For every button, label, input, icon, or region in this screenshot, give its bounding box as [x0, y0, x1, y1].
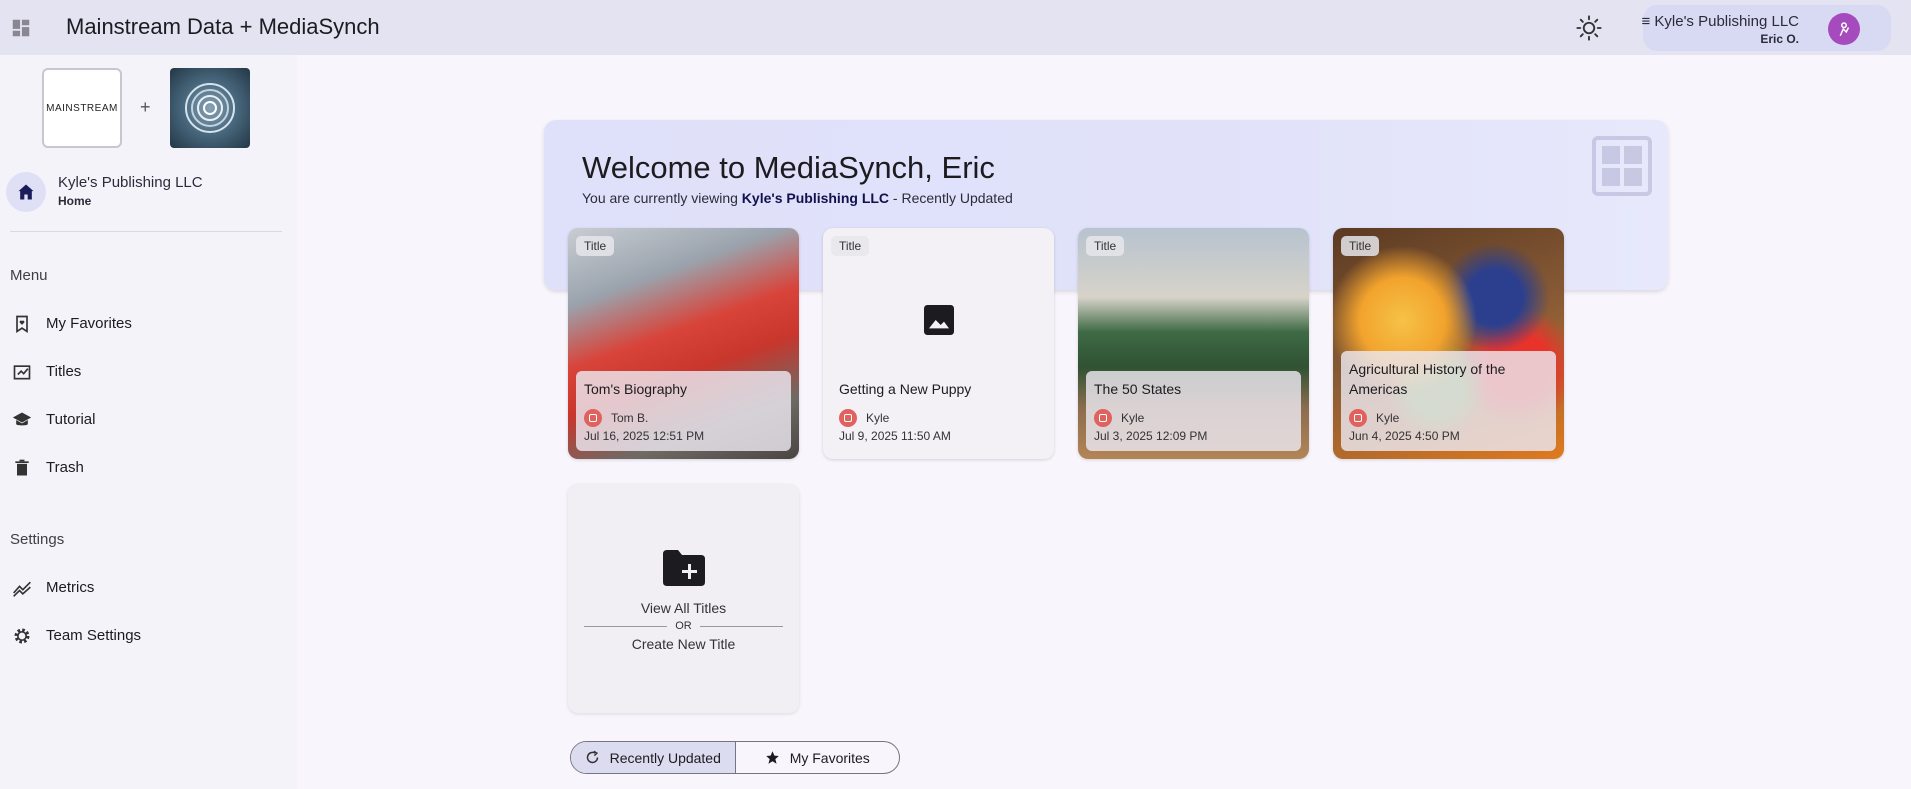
card-title: The 50 States — [1094, 381, 1182, 397]
star-icon — [765, 751, 779, 764]
card-tag: Title — [831, 236, 870, 256]
sidebar-divider — [10, 231, 282, 232]
create-new-title-link[interactable]: Create New Title — [568, 636, 799, 652]
sidebar-item-tutorial[interactable]: Tutorial — [0, 400, 290, 440]
owner-badge-icon — [839, 409, 857, 427]
viewing-suffix: - Recently Updated — [889, 190, 1013, 206]
card-date: Jul 9, 2025 11:50 AM — [839, 429, 951, 443]
card-title: Agricultural History of the Americas — [1349, 361, 1506, 397]
card-date: Jun 4, 2025 4:50 PM — [1349, 429, 1460, 443]
menu-section-label: Menu — [10, 267, 48, 284]
recently-updated-button[interactable]: Recently Updated — [571, 742, 735, 773]
title-card[interactable]: Title Tom's Biography Tom B. Jul 16, 202… — [568, 228, 799, 459]
card-title: Getting a New Puppy — [839, 381, 972, 397]
card-tag: Title — [576, 236, 615, 256]
titles-icon — [13, 365, 31, 380]
sidebar-item-label: My Favorites — [46, 315, 132, 332]
sun-icon[interactable] — [1575, 14, 1603, 42]
sidebar-item-team-settings[interactable]: Team Settings — [0, 616, 290, 656]
gear-icon — [14, 628, 30, 644]
sidebar-item-label: Trash — [46, 459, 84, 476]
recently-updated-label: Recently Updated — [609, 749, 721, 766]
metrics-icon — [13, 581, 31, 597]
sidebar-item-label: Metrics — [46, 579, 95, 596]
sidebar-item-trash[interactable]: Trash — [0, 448, 290, 488]
bookmark-heart-icon — [16, 315, 28, 334]
sidebar-item-label: Titles — [46, 363, 82, 380]
owner-badge-icon — [1349, 409, 1367, 427]
settings-section-label: Settings — [10, 531, 65, 548]
card-info: The 50 States Kyle Jul 3, 2025 12:09 PM — [1086, 371, 1301, 451]
view-toggle: Recently Updated My Favorites — [570, 741, 900, 774]
owner-badge-icon — [1094, 409, 1112, 427]
viewing-prefix: You are currently viewing — [582, 190, 742, 206]
card-info: Getting a New Puppy Kyle Jul 9, 2025 11:… — [831, 371, 1046, 451]
owner-name: Kyle — [1376, 411, 1400, 425]
card-owner: Kyle — [839, 409, 889, 427]
welcome-heading: Welcome to MediaSynch, Eric — [582, 150, 995, 185]
sidebar-item-titles[interactable]: Titles — [0, 352, 290, 392]
card-owner: Kyle — [1349, 409, 1399, 427]
card-info: Agricultural History of the Americas Kyl… — [1341, 351, 1556, 451]
card-title: Tom's Biography — [584, 381, 688, 397]
viewing-text: You are currently viewing Kyle's Publish… — [582, 190, 1013, 206]
home-icon — [18, 184, 34, 200]
my-favorites-label: My Favorites — [789, 749, 870, 766]
my-favorites-button[interactable]: My Favorites — [734, 742, 900, 773]
owner-name: Kyle — [1121, 411, 1145, 425]
sidebar-item-label: Team Settings — [46, 627, 142, 644]
card-owner: Kyle — [1094, 409, 1144, 427]
mediasynch-logo — [170, 68, 250, 148]
dashboard-icon[interactable] — [10, 17, 32, 39]
book-layout-icon — [1592, 136, 1652, 196]
create-folder-icon — [663, 550, 705, 586]
card-info: Tom's Biography Tom B. Jul 16, 2025 12:5… — [576, 371, 791, 451]
home-icon-wrap — [6, 172, 46, 212]
logo-plus: + — [140, 97, 151, 117]
top-app-bar: Mainstream Data + MediaSynch ≡ Kyle's Pu… — [0, 0, 1911, 55]
title-card[interactable]: Title Agricultural History of the Americ… — [1333, 228, 1564, 459]
card-tag: Title — [1086, 236, 1125, 256]
account-org: ≡ Kyle's Publishing LLC — [1641, 13, 1799, 30]
owner-name: Kyle — [866, 411, 890, 425]
home-label: Home — [58, 194, 92, 208]
user-avatar-icon — [1839, 22, 1850, 37]
school-icon — [12, 412, 32, 426]
sidebar-item-metrics[interactable]: Metrics — [0, 568, 290, 608]
owner-badge-icon — [584, 409, 602, 427]
title-card[interactable]: Title Getting a New Puppy Kyle Jul 9, 20… — [823, 228, 1054, 459]
card-owner: Tom B. — [584, 409, 648, 427]
sidebar-item-label: Tutorial — [46, 411, 96, 428]
card-date: Jul 16, 2025 12:51 PM — [584, 429, 705, 443]
account-user: Eric O. — [1760, 32, 1799, 46]
title-card[interactable]: Title The 50 States Kyle Jul 3, 2025 12:… — [1078, 228, 1309, 459]
home-nav-item[interactable]: Kyle's Publishing LLC Home — [6, 172, 286, 216]
trash-icon — [15, 459, 29, 476]
view-or-create-card[interactable]: View All Titles OR Create New Title — [568, 484, 799, 713]
card-date: Jul 3, 2025 12:09 PM — [1094, 429, 1208, 443]
home-org: Kyle's Publishing LLC — [58, 174, 203, 191]
or-label: OR — [675, 620, 692, 632]
image-placeholder-icon — [924, 305, 954, 335]
refresh-icon — [586, 750, 598, 764]
viewing-org: Kyle's Publishing LLC — [741, 190, 890, 206]
or-divider: OR — [584, 620, 783, 632]
sidebar: MAINSTREAM + Kyle's Publishing LLC Home … — [0, 55, 297, 789]
card-tag: Title — [1341, 236, 1380, 256]
view-all-titles-link[interactable]: View All Titles — [568, 600, 799, 616]
account-menu-button[interactable]: ≡ Kyle's Publishing LLC Eric O. — [1641, 5, 1891, 51]
mainstream-logo: MAINSTREAM — [42, 68, 122, 148]
sidebar-item-my-favorites[interactable]: My Favorites — [0, 304, 290, 344]
fingerprint-logo-icon — [185, 83, 235, 133]
app-title: Mainstream Data + MediaSynch — [66, 14, 380, 39]
owner-name: Tom B. — [611, 411, 649, 425]
avatar — [1828, 13, 1860, 45]
